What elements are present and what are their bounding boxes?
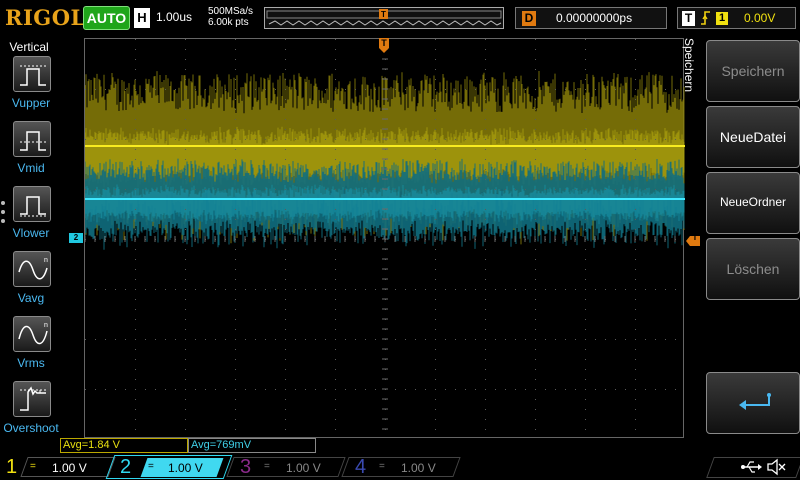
trigger-position-label: T <box>381 38 387 48</box>
channel-1-scale: 1.00 V <box>52 461 87 475</box>
run-mode-button[interactable]: AUTO <box>83 6 130 30</box>
vupper-icon <box>13 56 51 92</box>
dc-coupling-icon: = <box>379 461 385 472</box>
measure-label: Vmid <box>17 161 45 175</box>
waveform-overview-icon: T <box>266 9 502 26</box>
trigger-position-bar[interactable]: T <box>264 7 504 29</box>
ch2-offset-marker[interactable]: 2 <box>69 233 83 243</box>
trigger-tag: T <box>682 11 695 26</box>
measure-label: Vupper <box>11 96 51 110</box>
vmid-icon <box>13 121 51 157</box>
svg-text:n: n <box>44 322 48 329</box>
dc-coupling-icon: = <box>264 461 270 472</box>
channel-2-number: 2 <box>120 456 132 478</box>
return-arrow-icon <box>739 393 771 410</box>
rising-edge-icon <box>700 10 712 29</box>
measure-overshoot[interactable]: Overshoot <box>3 381 59 441</box>
new-folder-button-label: NeueOrdner <box>719 195 787 209</box>
measure-vavg[interactable]: n Vavg <box>4 251 58 311</box>
vlower-icon <box>13 186 51 222</box>
top-status-bar: RIGOL AUTO H 1.00us 500MSa/s 6.00k pts T… <box>0 0 800 36</box>
save-button-label: Speichern <box>721 63 785 79</box>
measure-label: Vlower <box>12 226 50 240</box>
measurement-ch2[interactable]: Avg=769mV <box>188 438 316 453</box>
channel-4-indicator[interactable]: 4 = 1.00 V <box>341 455 461 480</box>
channel-3-indicator[interactable]: 3 = 1.00 V <box>226 455 346 480</box>
save-menu-title: Speichern <box>682 38 696 93</box>
timebase-value: 1.00us <box>156 10 193 24</box>
measure-label: Vrms <box>17 356 45 370</box>
channel-status-bar: 1 = 1.00 V 2 = 1.00 V 3 = 1.00 V 4 = 1.0… <box>0 455 800 480</box>
channel-1-number: 1 <box>6 456 18 478</box>
vrms-icon: n <box>13 316 51 352</box>
channel-2-scale: 1.00 V <box>168 461 203 475</box>
save-menu-title-wrap: Speichern <box>682 38 704 118</box>
trigger-level-value: 0.00V <box>744 11 776 25</box>
trigger-position-marker[interactable]: T <box>379 38 389 54</box>
memory-depth: 6.00k pts <box>208 17 249 28</box>
overview-trigger-marker: T <box>381 10 386 19</box>
brand-logo: RIGOL <box>5 5 86 30</box>
svg-text:n: n <box>44 257 48 264</box>
new-file-button-label: NeueDatei <box>719 129 787 145</box>
dc-coupling-icon: = <box>148 461 154 472</box>
measurement-ch1[interactable]: Avg=1.84 V <box>60 438 188 453</box>
measure-vlower[interactable]: Vlower <box>4 186 58 246</box>
overshoot-icon <box>13 381 51 417</box>
measure-label: Vavg <box>17 291 45 305</box>
measure-vmid[interactable]: Vmid <box>4 121 58 181</box>
sample-rate: 500MSa/s <box>208 6 254 17</box>
save-button[interactable]: Speichern <box>706 40 800 102</box>
channel-3-number: 3 <box>240 456 252 478</box>
speaker-muted-icon <box>767 458 786 476</box>
trigger-source: 1 <box>716 12 728 25</box>
measure-vupper[interactable]: Vupper <box>4 56 58 116</box>
trigger-display[interactable]: T 1 0.00V <box>677 7 796 29</box>
measure-label: Overshoot <box>3 421 59 435</box>
delay-value: 0.00000000ps <box>556 11 633 25</box>
timebase-display[interactable]: H 1.00us <box>134 8 204 28</box>
delay-tag: D <box>522 11 536 26</box>
system-status <box>690 455 800 480</box>
new-folder-button[interactable]: NeueOrdner <box>706 172 800 234</box>
waveform-display[interactable] <box>84 38 685 438</box>
channel-1-indicator[interactable]: 1 = 1.00 V <box>0 455 116 480</box>
channel-4-number: 4 <box>355 456 367 478</box>
waveform-canvas <box>85 39 685 430</box>
dc-coupling-icon: = <box>30 461 36 472</box>
delete-button[interactable]: Löschen <box>706 238 800 300</box>
channel-3-scale: 1.00 V <box>286 461 321 475</box>
channel-4-scale: 1.00 V <box>401 461 436 475</box>
usb-icon <box>741 461 762 473</box>
delay-display[interactable]: D 0.00000000ps <box>515 7 667 29</box>
channel-2-indicator[interactable]: 2 = 1.00 V <box>105 455 233 480</box>
delete-button-label: Löschen <box>726 261 780 277</box>
measure-menu-title: Vertical <box>9 40 49 54</box>
measure-menu: Vertical Vupper Vmid Vlower n Vavg n Vrm… <box>0 36 60 444</box>
vavg-icon: n <box>13 251 51 287</box>
back-button[interactable] <box>706 372 800 434</box>
save-menu: Speichern Speichern NeueDatei NeueOrdner… <box>682 38 800 438</box>
acquisition-info: 500MSa/s 6.00k pts <box>208 6 253 28</box>
measure-vrms[interactable]: n Vrms <box>4 316 58 376</box>
horizontal-tag: H <box>134 8 150 28</box>
new-file-button[interactable]: NeueDatei <box>706 106 800 168</box>
